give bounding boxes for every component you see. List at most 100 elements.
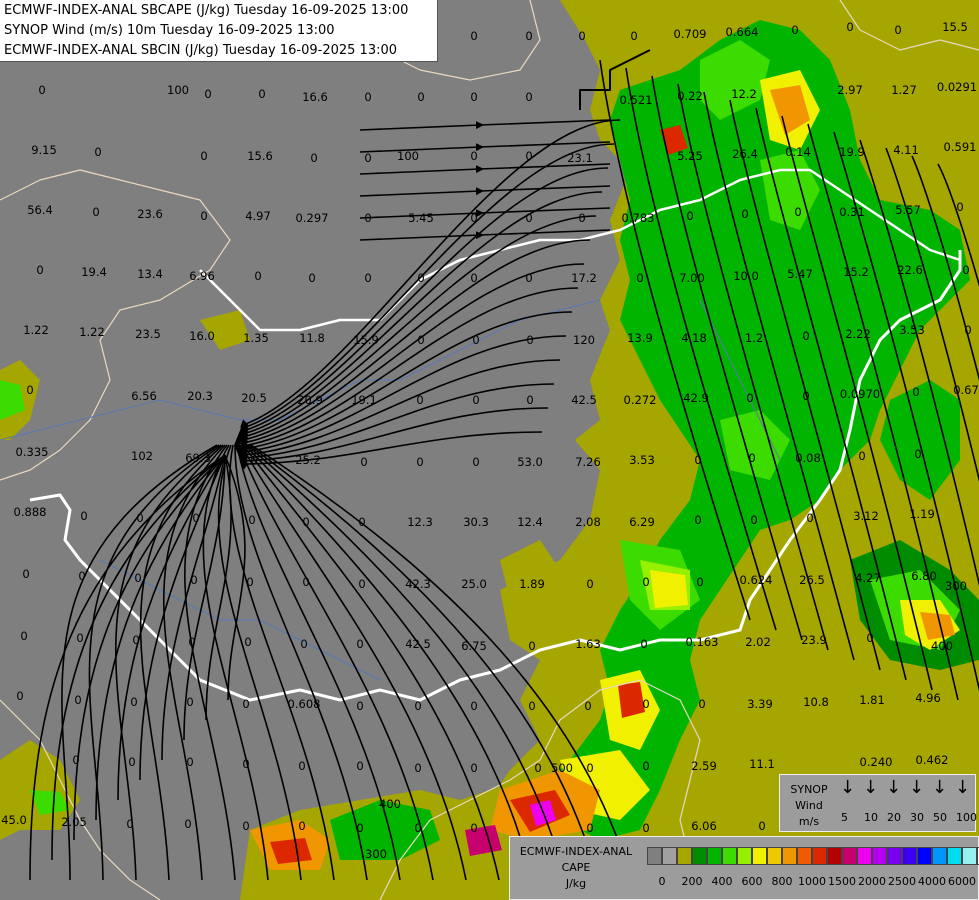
sbcin-value-label: 0 — [470, 149, 477, 163]
sbcin-value-label: 0 — [310, 151, 317, 165]
sbcin-value-label: 10.8 — [803, 695, 829, 709]
sbcin-value-label: 0 — [302, 575, 309, 589]
sbcin-value-label: 0 — [470, 761, 477, 775]
sbcin-value-label: 6.06 — [691, 819, 717, 833]
sbcin-value-label: 0.591 — [944, 140, 977, 154]
sbcin-value-label: 0.462 — [916, 753, 949, 767]
sbcin-value-label: 0 — [80, 509, 87, 523]
cape-color-swatch — [932, 847, 947, 865]
sbcin-value-label: 0 — [962, 263, 969, 277]
sbcin-value-label: 0 — [298, 759, 305, 773]
sbcin-value-label: 2.08 — [575, 515, 601, 529]
wind-arrow-icon: ↓ — [886, 777, 902, 798]
cape-tick-label: 4000 — [918, 875, 946, 888]
sbcin-value-label: 0 — [242, 697, 249, 711]
sbcin-value-label: 0 — [642, 575, 649, 589]
sbcin-value-label: 0 — [200, 209, 207, 223]
sbcin-value-label: 0 — [470, 821, 477, 835]
title-sbcin: ECMWF-INDEX-ANAL SBCIN (J/kg) Tuesday 16… — [4, 43, 398, 58]
sbcin-value-label: 1.22 — [79, 325, 105, 339]
sbcin-value-label: 0 — [130, 695, 137, 709]
sbcin-value-label: 0 — [190, 573, 197, 587]
sbcin-value-label: 69.3 — [185, 451, 211, 465]
sbcin-value-label: 1.19 — [909, 507, 935, 521]
sbcin-value-label: 0 — [78, 569, 85, 583]
sbcin-value-label: 0 — [791, 23, 798, 37]
sbcin-value-label: 0 — [470, 271, 477, 285]
cape-legend-subtitle: CAPE — [561, 861, 591, 874]
sbcin-value-label: 0 — [26, 383, 33, 397]
cape-color-swatch — [782, 847, 797, 865]
sbcin-value-label: 0 — [528, 639, 535, 653]
cape-color-swatch — [707, 847, 722, 865]
sbcin-value-label: 1.89 — [519, 577, 545, 591]
title-sbcape: ECMWF-INDEX-ANAL SBCAPE (J/kg) Tuesday 1… — [4, 3, 409, 18]
sbcin-value-label: 0 — [534, 761, 541, 775]
sbcin-value-label: 0 — [746, 391, 753, 405]
sbcin-value-label: 0 — [586, 761, 593, 775]
cape-color-swatch — [767, 847, 782, 865]
wind-arrow-icon: ↓ — [840, 777, 856, 798]
cape-legend-unit: J/kg — [565, 877, 587, 890]
sbcin-value-label: 0 — [308, 271, 315, 285]
cape-tick-label: 6000 — [948, 875, 976, 888]
cape-color-swatch — [812, 847, 827, 865]
sbcin-value-label: 0 — [248, 513, 255, 527]
sbcin-value-label: 0 — [20, 629, 27, 643]
sbcin-value-label: 23.9 — [801, 633, 827, 647]
synop-wind-legend: SYNOP Wind m/s ↓ 5 ↓ 10 ↓ 20 ↓ 30 ↓ 50 ↓ 100 — [779, 774, 977, 832]
sbcin-value-label: 2.97 — [837, 83, 863, 97]
sbcin-value-label: 102 — [131, 449, 153, 463]
sbcin-value-label: 13.9 — [627, 331, 653, 345]
sbcin-value-label: 15.2 — [843, 265, 869, 279]
wind-arrow-icon: ↓ — [932, 777, 948, 798]
sbcin-value-label: 0 — [806, 511, 813, 525]
sbcin-value-label: 0 — [846, 20, 853, 34]
sbcin-value-label: 0.22 — [677, 89, 703, 103]
cape-tick-label: 800 — [771, 875, 793, 888]
sbcin-value-label: 0 — [417, 90, 424, 104]
sbcin-value-label: 0 — [242, 819, 249, 833]
sbcin-value-label: 0 — [528, 699, 535, 713]
wind-arrow-icon: ↓ — [955, 777, 971, 798]
sbcin-value-label: 0 — [686, 209, 693, 223]
sbcin-value-label: 3.53 — [899, 323, 925, 337]
sbcin-value-label: 4.96 — [915, 691, 941, 705]
wind-speed-label: 10 — [864, 811, 878, 824]
sbcin-value-label: 0 — [758, 819, 765, 833]
sbcin-value-label: 0 — [74, 693, 81, 707]
sbcin-value-label: 0 — [200, 149, 207, 163]
map-title-box: ECMWF-INDEX-ANAL SBCAPE (J/kg) Tuesday 1… — [0, 0, 438, 62]
cape-tick-label: 1000 — [798, 875, 826, 888]
sbcin-value-label: 0 — [36, 263, 43, 277]
sbcin-value-label: 16.0 — [189, 329, 215, 343]
sbcin-value-label: 0 — [300, 637, 307, 651]
sbcin-value-label: 0 — [360, 455, 367, 469]
sbcin-value-label: 0 — [642, 697, 649, 711]
cape-legend-title: ECMWF-INDEX-ANAL — [519, 845, 633, 858]
sbcin-value-label: 0 — [964, 323, 971, 337]
sbcin-value-label: 0 — [525, 29, 532, 43]
sbcin-value-label: 12.4 — [517, 515, 543, 529]
sbcin-value-label: 0.0291 — [937, 80, 977, 94]
sbcin-value-label: 0 — [364, 90, 371, 104]
sbcin-value-label: 20.3 — [187, 389, 213, 403]
sbcin-value-label: 0.08 — [795, 451, 821, 465]
sbcin-value-label: 0.783 — [622, 211, 655, 225]
cape-tick-label: 0 — [658, 875, 666, 888]
cape-tick-label: 2500 — [888, 875, 916, 888]
sbcin-value-label: 56.4 — [27, 203, 53, 217]
sbcin-value-label: 19.4 — [81, 265, 107, 279]
sbcin-value-label: 6.75 — [461, 639, 487, 653]
sbcin-value-label: 0 — [72, 753, 79, 767]
sbcin-value-label: 4.27 — [855, 571, 881, 585]
sbcin-value-label: 1.35 — [243, 331, 269, 345]
sbcin-value-label: 20.9 — [297, 393, 323, 407]
sbcin-value-label: 6.56 — [131, 389, 157, 403]
cape-color-swatch — [872, 847, 887, 865]
synop-legend-unit: m/s — [798, 815, 820, 828]
sbcin-value-label: 0 — [956, 200, 963, 214]
cape-color-swatch — [887, 847, 902, 865]
sbcin-value-label: 0 — [416, 393, 423, 407]
sbcin-value-label: 0 — [258, 87, 265, 101]
